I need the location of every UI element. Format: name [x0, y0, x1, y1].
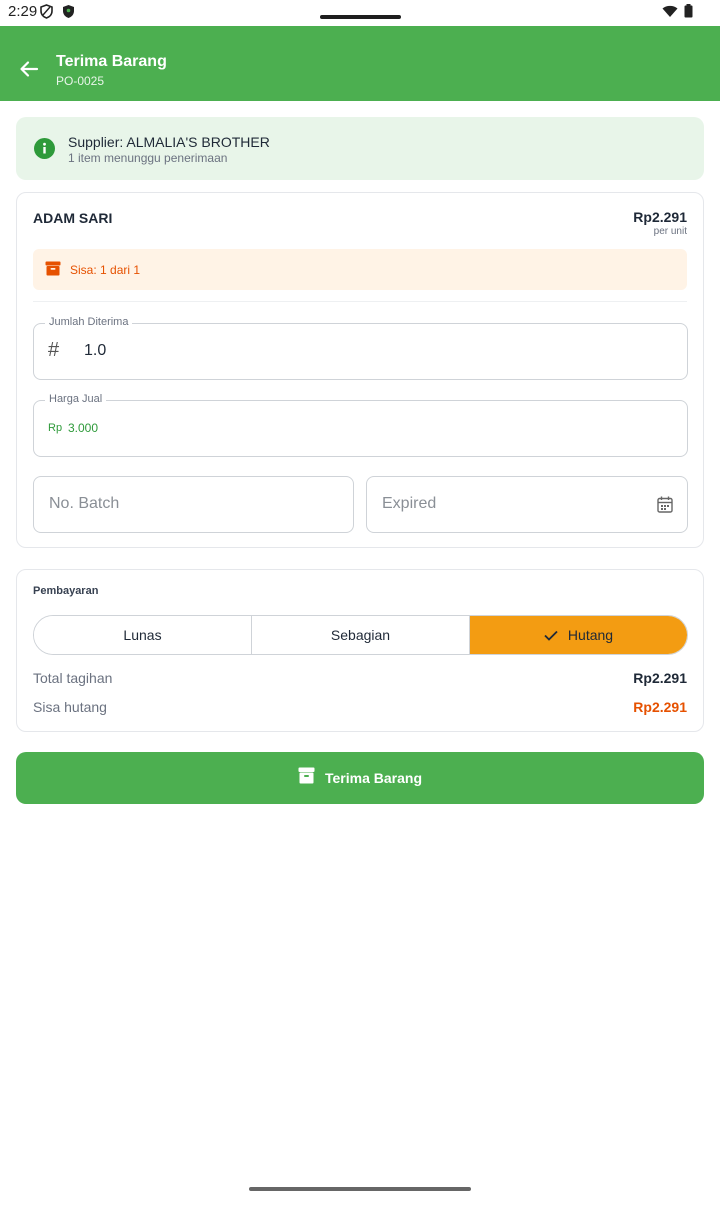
total-bill-value: Rp2.291 [633, 670, 687, 686]
back-button[interactable] [14, 54, 44, 84]
payment-option-label: Lunas [123, 627, 162, 643]
item-price-unit: per unit [653, 226, 687, 237]
remaining-text: Sisa: 1 dari 1 [70, 263, 141, 277]
sell-price-field[interactable]: Harga Jual Rp 3.000 [33, 393, 688, 457]
payment-option-label: Sebagian [330, 627, 391, 643]
payment-type-selector: Lunas Sebagian Hutang [33, 615, 688, 655]
sell-price-value: 3.000 [68, 421, 99, 435]
camera-notch [320, 15, 401, 19]
batch-placeholder: No. Batch [49, 495, 120, 512]
security-shield-icon [62, 4, 75, 24]
expired-field[interactable]: Expired [366, 476, 688, 533]
pending-items-text: 1 item menunggu penerimaan [68, 151, 228, 165]
quantity-label: Jumlah Diterima [45, 316, 133, 328]
payment-option-label: Hutang [567, 627, 614, 643]
status-time: 2:29 [8, 3, 38, 20]
arrow-back-icon [20, 61, 39, 77]
sell-price-label: Harga Jual [45, 393, 107, 405]
batch-field[interactable]: No. Batch [33, 476, 354, 533]
divider [33, 301, 687, 302]
debt-remaining-label: Sisa hutang [33, 699, 107, 715]
archive-box-icon [45, 261, 61, 281]
currency-prefix: Rp [48, 422, 63, 434]
expired-placeholder: Expired [382, 495, 437, 512]
privacy-shield-icon [40, 4, 53, 24]
payment-card: Pembayaran Lunas Sebagian Hutang Total t… [16, 569, 704, 732]
archive-box-icon [298, 767, 315, 789]
home-indicator[interactable] [249, 1187, 471, 1191]
hash-icon: # [48, 339, 60, 361]
calendar-icon[interactable] [657, 496, 673, 518]
supplier-info-card: Supplier: ALMALIA'S BROTHER 1 item menun… [16, 117, 704, 180]
remaining-badge: Sisa: 1 dari 1 [33, 249, 687, 290]
wifi-icon [662, 5, 678, 23]
item-name: ADAM SARI [33, 210, 113, 226]
debt-remaining-value: Rp2.291 [633, 699, 687, 715]
payment-title: Pembayaran [33, 585, 99, 597]
battery-icon [684, 4, 693, 23]
page-title: Terima Barang [56, 53, 167, 70]
quantity-field[interactable]: Jumlah Diterima # 1.0 [33, 316, 688, 380]
item-price: Rp2.291 [633, 209, 687, 225]
payment-option-hutang[interactable]: Hutang [470, 616, 687, 654]
receive-goods-button[interactable]: Terima Barang [16, 752, 704, 804]
page-subtitle: PO-0025 [56, 74, 105, 88]
status-bar: 2:29 [0, 0, 720, 26]
supplier-name: Supplier: ALMALIA'S BROTHER [68, 134, 270, 150]
check-icon [544, 630, 558, 641]
info-icon [34, 138, 55, 164]
item-card: ADAM SARI Rp2.291 per unit Sisa: 1 dari … [16, 192, 704, 548]
total-bill-label: Total tagihan [33, 670, 113, 686]
receive-goods-label: Terima Barang [325, 770, 422, 786]
quantity-value: 1.0 [84, 342, 107, 359]
payment-option-sebagian[interactable]: Sebagian [252, 616, 470, 654]
payment-option-lunas[interactable]: Lunas [34, 616, 252, 654]
